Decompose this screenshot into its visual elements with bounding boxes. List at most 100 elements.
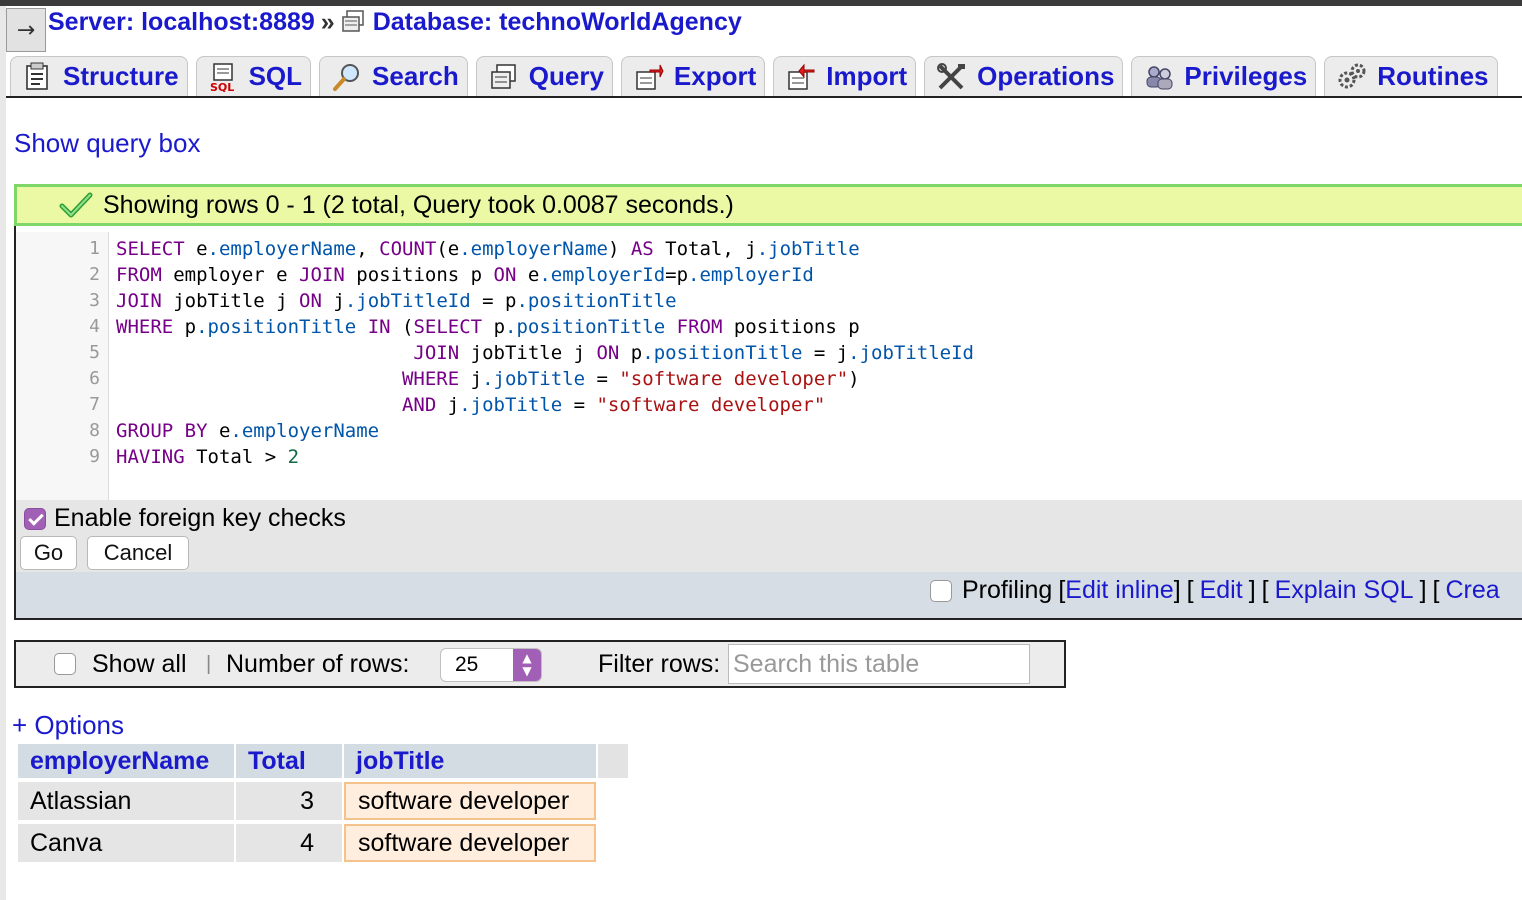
sql-token: ON <box>596 342 620 364</box>
routines-icon <box>1335 62 1369 92</box>
explain-sql-link[interactable]: Explain SQL <box>1275 576 1414 605</box>
tab-label: Export <box>673 61 757 91</box>
tab-sql[interactable]: SQL SQL <box>195 56 312 96</box>
sql-code-editor[interactable]: 1 SELECT e.employerName, COUNT(e.employer… <box>16 232 1522 500</box>
sql-token: .jobTitleId <box>848 342 975 364</box>
sql-token: , <box>356 238 380 260</box>
sql-code-line: AND j.jobTitle = "software developer" <box>116 392 825 418</box>
create-php-code-link[interactable]: Crea <box>1445 576 1499 605</box>
foreign-key-option: Enable foreign key checks <box>24 504 346 533</box>
table-cell[interactable]: software developer <box>344 824 596 862</box>
line-number: 9 <box>89 446 100 467</box>
line-number: 5 <box>89 342 100 363</box>
edit-link[interactable]: Edit <box>1200 576 1243 605</box>
sql-token: employer e <box>161 264 300 286</box>
sql-token: WHERE <box>401 368 460 390</box>
sql-token: ON <box>299 290 322 312</box>
table-cell[interactable]: software developer <box>344 782 596 820</box>
tab-routines[interactable]: Routines <box>1324 56 1498 96</box>
bracket-open: [ <box>1261 576 1269 604</box>
tab-privileges[interactable]: Privileges <box>1131 56 1317 96</box>
tab-search[interactable]: Search <box>319 56 468 96</box>
sql-token: e <box>184 238 208 260</box>
tab-label: Privileges <box>1184 61 1308 91</box>
filter-rows-input[interactable] <box>728 644 1030 684</box>
number-of-rows-value: 25 <box>455 653 479 676</box>
cancel-button[interactable]: Cancel <box>87 536 189 570</box>
sql-token: j <box>436 394 460 416</box>
tab-operations[interactable]: Operations <box>924 56 1124 96</box>
privileges-icon <box>1142 62 1176 92</box>
sql-token: HAVING <box>116 446 185 468</box>
options-link[interactable]: + Options <box>12 710 124 741</box>
sql-code-line: FROM employer e JOIN positions p ON e.em… <box>116 262 814 288</box>
sql-token: "software developer" <box>596 394 826 416</box>
column-header-total[interactable]: Total <box>236 744 342 778</box>
breadcrumb-server-link[interactable]: Server: localhost:8889 <box>48 8 315 37</box>
sql-token: Total, j <box>653 238 757 260</box>
sql-token: ) <box>607 238 631 260</box>
sql-token: (e <box>436 238 460 260</box>
table-cell[interactable]: Canva <box>18 824 234 862</box>
sql-token: .positionTitle <box>516 290 677 312</box>
line-number: 7 <box>89 394 100 415</box>
sql-token: .positionTitle <box>196 316 357 338</box>
column-header-employername[interactable]: employerName <box>18 744 234 778</box>
tab-label: Structure <box>63 61 179 91</box>
profiling-checkbox[interactable] <box>930 579 952 602</box>
sql-code-line: HAVING Total > 2 <box>116 444 299 470</box>
tab-label: Import <box>826 61 908 91</box>
collapse-navigation-button[interactable]: → <box>6 8 46 52</box>
sql-token: = <box>585 368 620 390</box>
sql-token: positions p <box>722 316 860 338</box>
foreign-key-checkbox[interactable] <box>24 507 46 530</box>
show-query-box-link[interactable]: Show query box <box>14 128 200 159</box>
tab-label: Query <box>528 61 604 91</box>
bracket-close: ] <box>1248 576 1256 604</box>
tab-label: Operations <box>977 61 1115 91</box>
line-number: 6 <box>89 368 100 389</box>
query-icon <box>487 62 521 92</box>
sql-token: = j <box>802 342 849 364</box>
sql-code-line: WHERE p.positionTitle IN (SELECT p.posit… <box>116 314 860 340</box>
line-number: 3 <box>89 290 100 311</box>
sql-token: .employerName <box>230 420 380 442</box>
tab-export[interactable]: Export <box>620 56 766 96</box>
column-header-spacer <box>598 744 628 778</box>
breadcrumb-separator: » <box>320 7 335 36</box>
bracket-close: ] <box>1173 576 1181 604</box>
breadcrumb-database-link[interactable]: Database: technoWorldAgency <box>373 8 742 37</box>
svg-text:SQL: SQL <box>210 81 234 92</box>
filter-rows-label: Filter rows: <box>598 649 721 678</box>
tab-structure[interactable]: Structure <box>10 56 188 96</box>
tab-label: Search <box>372 61 459 91</box>
sql-token: 2 <box>287 446 300 468</box>
tab-import[interactable]: Import <box>773 56 917 96</box>
tab-query[interactable]: Query <box>475 56 613 96</box>
nav-divider: | <box>206 652 212 675</box>
show-all-checkbox[interactable] <box>54 653 76 675</box>
sql-token: Total > <box>184 446 288 468</box>
sql-code-line: WHERE j.jobTitle = "software developer") <box>116 366 860 392</box>
export-icon <box>632 62 666 92</box>
sql-code-line: JOIN jobTitle j ON p.positionTitle = j.j… <box>116 340 974 366</box>
table-cell[interactable]: Atlassian <box>18 782 234 820</box>
number-of-rows-select[interactable]: 25 ▲ ▼ <box>440 648 542 682</box>
table-cell[interactable]: 3 <box>236 782 342 820</box>
tab-label: Routines <box>1377 61 1489 91</box>
sql-icon: SQL <box>207 62 241 92</box>
sql-token: .jobTitleId <box>344 290 471 312</box>
checkmark-icon <box>59 191 93 219</box>
table-cell[interactable]: 4 <box>236 824 342 862</box>
number-of-rows-label: Number of rows: <box>226 649 410 678</box>
sql-token: jobTitle j <box>459 342 597 364</box>
edit-inline-link[interactable]: Edit inline <box>1065 576 1173 605</box>
sql-token: .positionTitle <box>505 316 666 338</box>
sql-token: COUNT <box>379 238 437 260</box>
column-header-jobtitle[interactable]: jobTitle <box>344 744 596 778</box>
sql-token: p <box>619 342 643 364</box>
foreign-key-label: Enable foreign key checks <box>54 504 346 532</box>
go-button[interactable]: Go <box>20 536 77 570</box>
